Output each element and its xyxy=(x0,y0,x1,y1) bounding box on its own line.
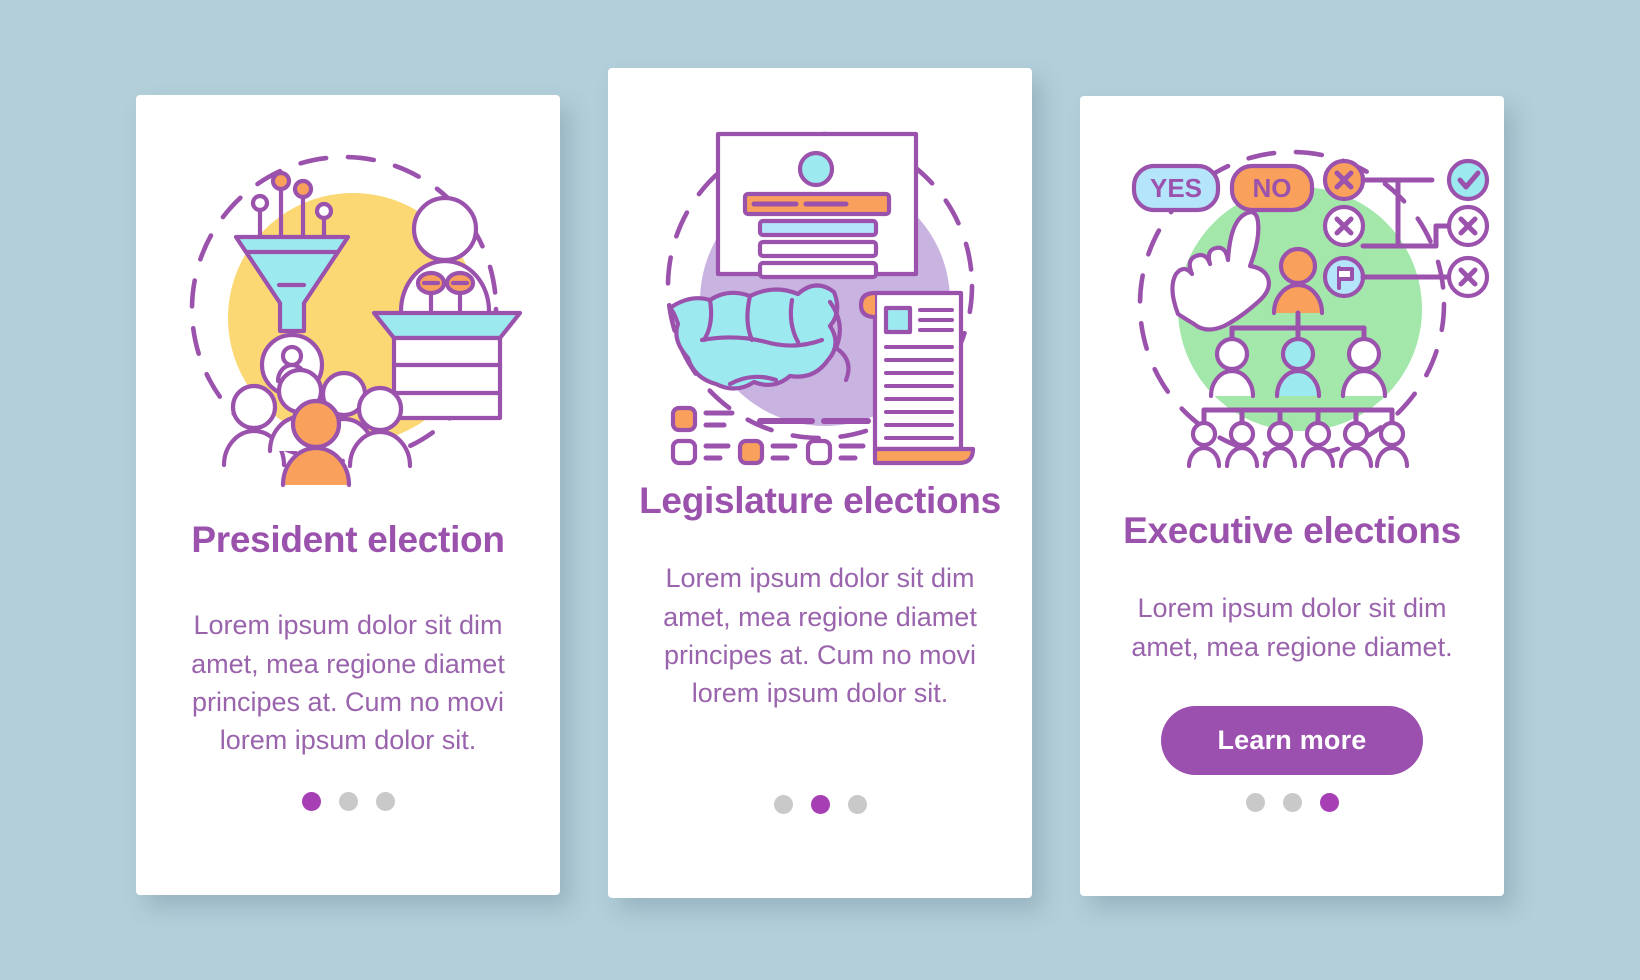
pagination-dot-1[interactable] xyxy=(301,792,321,811)
pagination-dots xyxy=(136,792,560,811)
president-election-illustration xyxy=(148,113,548,493)
legislature-elections-illustration xyxy=(620,86,1020,466)
onboarding-card-legislature-elections: Legislature elections Lorem ipsum dolor … xyxy=(608,68,1032,898)
onboarding-card-president-election: President election Lorem ipsum dolor sit… xyxy=(136,95,560,895)
page-title: Executive elections xyxy=(1123,510,1461,551)
pagination-dot-3[interactable] xyxy=(375,792,395,811)
pagination-dot-3[interactable] xyxy=(847,795,867,814)
page-title: President election xyxy=(191,519,505,560)
pagination-dot-1[interactable] xyxy=(773,795,793,814)
executive-elections-illustration: YES NO xyxy=(1092,114,1492,494)
pagination-dots xyxy=(608,795,1032,814)
learn-more-button[interactable]: Learn more xyxy=(1161,706,1423,776)
pagination-dot-2[interactable] xyxy=(810,795,830,814)
yes-pill-label: YES xyxy=(1150,173,1202,203)
onboarding-card-executive-elections: YES NO Executive elections Lorem ipsum d… xyxy=(1080,96,1504,896)
card-description: Lorem ipsum dolor sit dim amet, mea regi… xyxy=(663,563,977,709)
card-description: Lorem ipsum dolor sit dim amet, mea regi… xyxy=(191,610,505,756)
pagination-dot-1[interactable] xyxy=(1245,793,1265,812)
pagination-dot-3[interactable] xyxy=(1319,793,1339,812)
card-description: Lorem ipsum dolor sit dim amet, mea regi… xyxy=(1131,593,1453,662)
onboarding-screens: President election Lorem ipsum dolor sit… xyxy=(0,0,1640,980)
pagination-dots xyxy=(1080,793,1504,812)
page-title: Legislature elections xyxy=(639,480,1001,521)
pagination-dot-2[interactable] xyxy=(1282,793,1302,812)
pagination-dot-2[interactable] xyxy=(338,792,358,811)
no-pill-label: NO xyxy=(1253,173,1292,203)
